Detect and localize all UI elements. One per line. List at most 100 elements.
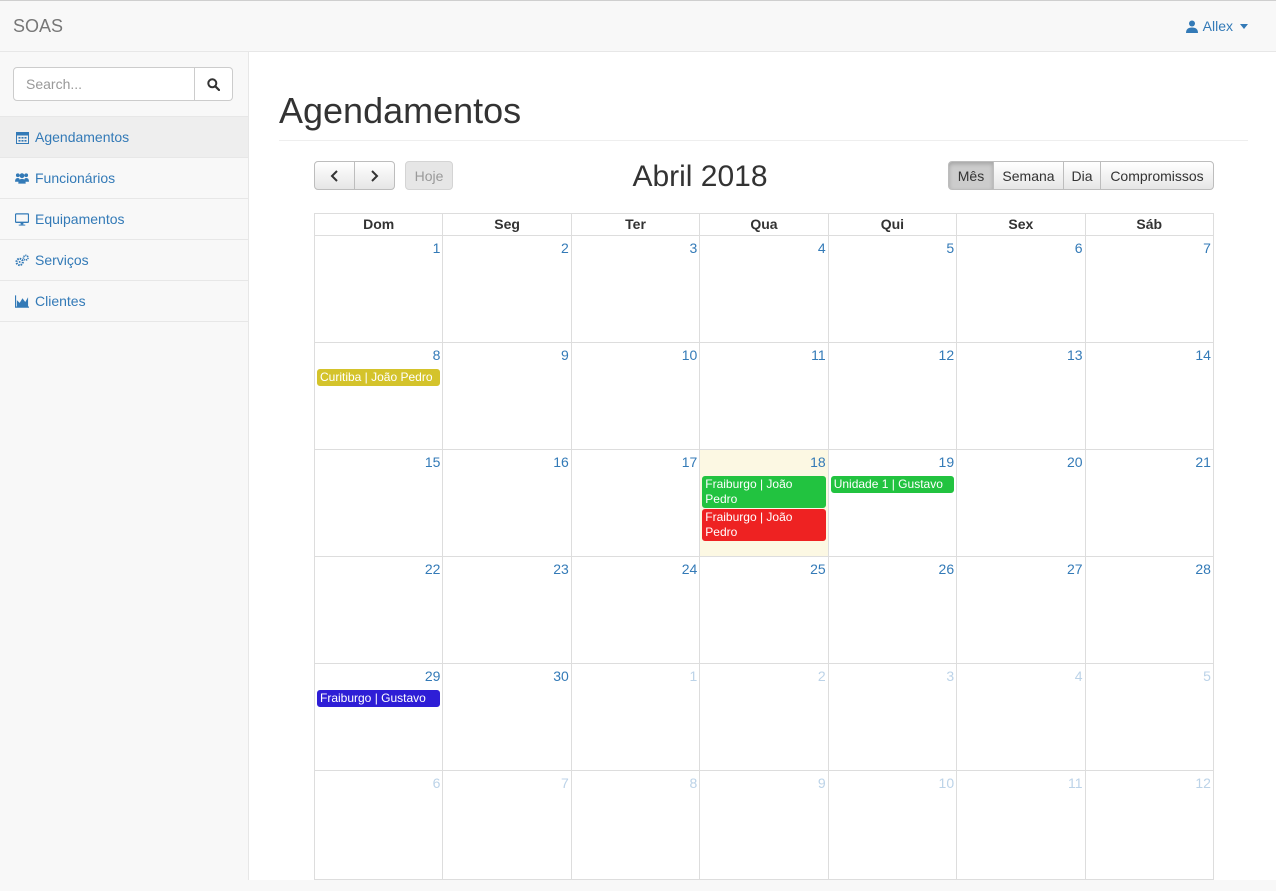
day-cell-today[interactable]: 18 Fraiburgo | João Pedro Fraiburgo | Jo…	[700, 450, 829, 556]
day-cell[interactable]: 2	[443, 236, 572, 342]
day-cell[interactable]: 26	[829, 557, 958, 663]
day-cell-other-month[interactable]: 11	[957, 771, 1086, 879]
day-cell[interactable]: 15	[315, 450, 444, 556]
day-number[interactable]: 23	[553, 561, 569, 577]
day-cell[interactable]: 7	[1086, 236, 1214, 342]
day-cell-other-month[interactable]: 5	[1086, 664, 1214, 770]
day-number[interactable]: 7	[1203, 240, 1211, 256]
day-cell-other-month[interactable]: 6	[315, 771, 444, 879]
day-cell[interactable]: 28	[1086, 557, 1214, 663]
brand-logo[interactable]: SOAS	[13, 16, 63, 37]
day-number[interactable]: 9	[818, 775, 826, 791]
day-cell[interactable]: 10	[572, 343, 701, 449]
day-number[interactable]: 8	[433, 347, 441, 363]
day-cell[interactable]: 19 Unidade 1 | Gustavo	[829, 450, 958, 556]
day-number[interactable]: 10	[939, 775, 955, 791]
day-cell[interactable]: 17	[572, 450, 701, 556]
day-number[interactable]: 16	[553, 454, 569, 470]
day-number[interactable]: 17	[682, 454, 698, 470]
view-month-button[interactable]: Mês	[948, 161, 994, 190]
day-number[interactable]: 15	[425, 454, 441, 470]
day-cell[interactable]: 27	[957, 557, 1086, 663]
day-number[interactable]: 12	[1195, 775, 1211, 791]
day-cell[interactable]: 29 Fraiburgo | Gustavo	[315, 664, 444, 770]
calendar-event[interactable]: Unidade 1 | Gustavo	[830, 476, 955, 493]
day-number[interactable]: 1	[433, 240, 441, 256]
view-week-button[interactable]: Semana	[993, 161, 1064, 190]
prev-month-button[interactable]	[314, 161, 355, 190]
day-number[interactable]: 30	[553, 668, 569, 684]
day-cell[interactable]: 12	[829, 343, 958, 449]
day-number[interactable]: 5	[946, 240, 954, 256]
view-day-button[interactable]: Dia	[1063, 161, 1101, 190]
day-number[interactable]: 3	[689, 240, 697, 256]
day-cell-other-month[interactable]: 7	[443, 771, 572, 879]
day-cell[interactable]: 23	[443, 557, 572, 663]
day-number[interactable]: 21	[1195, 454, 1211, 470]
user-menu-toggle[interactable]: Allex	[1185, 18, 1248, 34]
day-number[interactable]: 11	[811, 347, 826, 363]
day-cell[interactable]: 16	[443, 450, 572, 556]
day-number[interactable]: 29	[425, 668, 441, 684]
sidebar-item-equipamentos[interactable]: Equipamentos	[0, 199, 248, 240]
day-cell[interactable]: 4	[700, 236, 829, 342]
calendar-event[interactable]: Curitiba | João Pedro	[317, 369, 441, 386]
calendar-event[interactable]: Fraiburgo | João Pedro	[702, 476, 826, 508]
day-number[interactable]: 28	[1195, 561, 1211, 577]
search-input[interactable]	[13, 67, 195, 101]
day-cell[interactable]: 25	[700, 557, 829, 663]
day-number[interactable]: 20	[1067, 454, 1083, 470]
day-number[interactable]: 4	[818, 240, 826, 256]
day-cell[interactable]: 21	[1086, 450, 1214, 556]
day-number[interactable]: 2	[818, 668, 826, 684]
day-number[interactable]: 1	[689, 668, 697, 684]
sidebar-item-funcionarios[interactable]: Funcionários	[0, 158, 248, 199]
day-number[interactable]: 26	[939, 561, 955, 577]
day-number[interactable]: 24	[682, 561, 698, 577]
day-number[interactable]: 9	[561, 347, 569, 363]
view-list-button[interactable]: Compromissos	[1100, 161, 1214, 190]
day-cell[interactable]: 8 Curitiba | João Pedro	[315, 343, 444, 449]
today-button[interactable]: Hoje	[405, 161, 453, 190]
day-cell-other-month[interactable]: 12	[1086, 771, 1214, 879]
day-number[interactable]: 4	[1075, 668, 1083, 684]
day-cell[interactable]: 30	[443, 664, 572, 770]
day-number[interactable]: 22	[425, 561, 441, 577]
sidebar-item-clientes[interactable]: Clientes	[0, 281, 248, 322]
day-number[interactable]: 10	[682, 347, 698, 363]
search-button[interactable]	[195, 67, 233, 101]
day-number[interactable]: 12	[939, 347, 955, 363]
day-number[interactable]: 27	[1067, 561, 1083, 577]
day-cell[interactable]: 1	[315, 236, 444, 342]
day-cell-other-month[interactable]: 8	[572, 771, 701, 879]
day-cell[interactable]: 14	[1086, 343, 1214, 449]
day-cell[interactable]: 13	[957, 343, 1086, 449]
day-cell[interactable]: 5	[829, 236, 958, 342]
day-number[interactable]: 6	[433, 775, 441, 791]
calendar-event[interactable]: Fraiburgo | Gustavo	[317, 690, 441, 707]
day-cell-other-month[interactable]: 1	[572, 664, 701, 770]
day-number[interactable]: 25	[810, 561, 826, 577]
day-cell[interactable]: 11	[700, 343, 829, 449]
day-cell[interactable]: 20	[957, 450, 1086, 556]
day-number[interactable]: 18	[810, 454, 826, 470]
day-number[interactable]: 8	[689, 775, 697, 791]
day-cell-other-month[interactable]: 9	[700, 771, 829, 879]
day-cell[interactable]: 24	[572, 557, 701, 663]
day-cell[interactable]: 3	[572, 236, 701, 342]
day-number[interactable]: 19	[939, 454, 955, 470]
day-cell[interactable]: 6	[957, 236, 1086, 342]
sidebar-item-servicos[interactable]: Serviços	[0, 240, 248, 281]
day-number[interactable]: 3	[946, 668, 954, 684]
day-number[interactable]: 7	[561, 775, 569, 791]
day-cell-other-month[interactable]: 3	[829, 664, 958, 770]
day-number[interactable]: 2	[561, 240, 569, 256]
calendar-event[interactable]: Fraiburgo | João Pedro	[702, 509, 826, 541]
day-cell[interactable]: 22	[315, 557, 444, 663]
day-number[interactable]: 6	[1075, 240, 1083, 256]
day-cell[interactable]: 9	[443, 343, 572, 449]
day-cell-other-month[interactable]: 2	[700, 664, 829, 770]
day-cell-other-month[interactable]: 10	[829, 771, 958, 879]
day-number[interactable]: 11	[1068, 775, 1083, 791]
day-number[interactable]: 13	[1067, 347, 1083, 363]
